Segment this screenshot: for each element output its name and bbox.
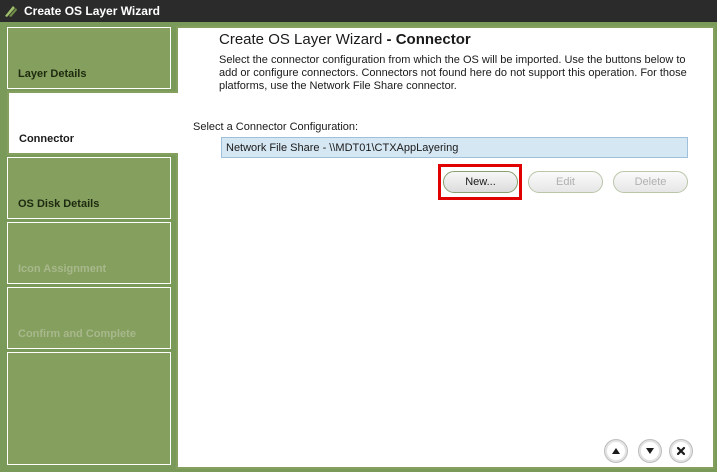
nav-item-label: Confirm and Complete — [18, 328, 136, 340]
close-wizard-button[interactable] — [669, 439, 693, 463]
edit-connector-button: Edit — [528, 171, 603, 193]
nav-item-label: Layer Details — [18, 68, 87, 80]
nav-item-icon-assignment: Icon Assignment — [7, 222, 171, 284]
connector-select-label: Select a Connector Configuration: — [193, 121, 359, 133]
page-title: Create OS Layer Wizard - Connector — [219, 31, 471, 48]
page-title-suffix: - Connector — [382, 31, 471, 48]
delete-connector-button: Delete — [613, 171, 688, 193]
nav-item-os-disk-details[interactable]: OS Disk Details — [7, 157, 171, 219]
nav-item-layer-details[interactable]: Layer Details — [7, 27, 171, 89]
arrow-down-icon — [641, 442, 659, 460]
window-title: Create OS Layer Wizard — [24, 4, 160, 18]
connector-list-item-text: Network File Share - \\MDT01\CTXAppLayer… — [226, 141, 459, 154]
wizard-app-icon — [5, 6, 17, 17]
previous-step-button[interactable] — [604, 439, 628, 463]
next-step-button[interactable] — [638, 439, 662, 463]
nav-item-label: OS Disk Details — [18, 198, 100, 210]
close-icon — [672, 442, 690, 460]
page-title-prefix: Create OS Layer Wizard — [219, 31, 383, 48]
connector-list-item-selected[interactable]: Network File Share - \\MDT01\CTXAppLayer… — [221, 137, 688, 158]
new-button-highlight — [438, 164, 522, 200]
nav-item-label: Icon Assignment — [18, 263, 107, 275]
nav-item-connector[interactable]: Connector — [7, 91, 178, 155]
arrow-up-icon — [607, 442, 625, 460]
nav-item-empty — [7, 352, 171, 465]
nav-item-confirm-and-complete: Confirm and Complete — [7, 287, 171, 349]
nav-item-label: Connector — [19, 133, 74, 145]
page-description: Select the connector configuration from … — [219, 54, 687, 92]
window-titlebar: Create OS Layer Wizard — [0, 0, 717, 22]
